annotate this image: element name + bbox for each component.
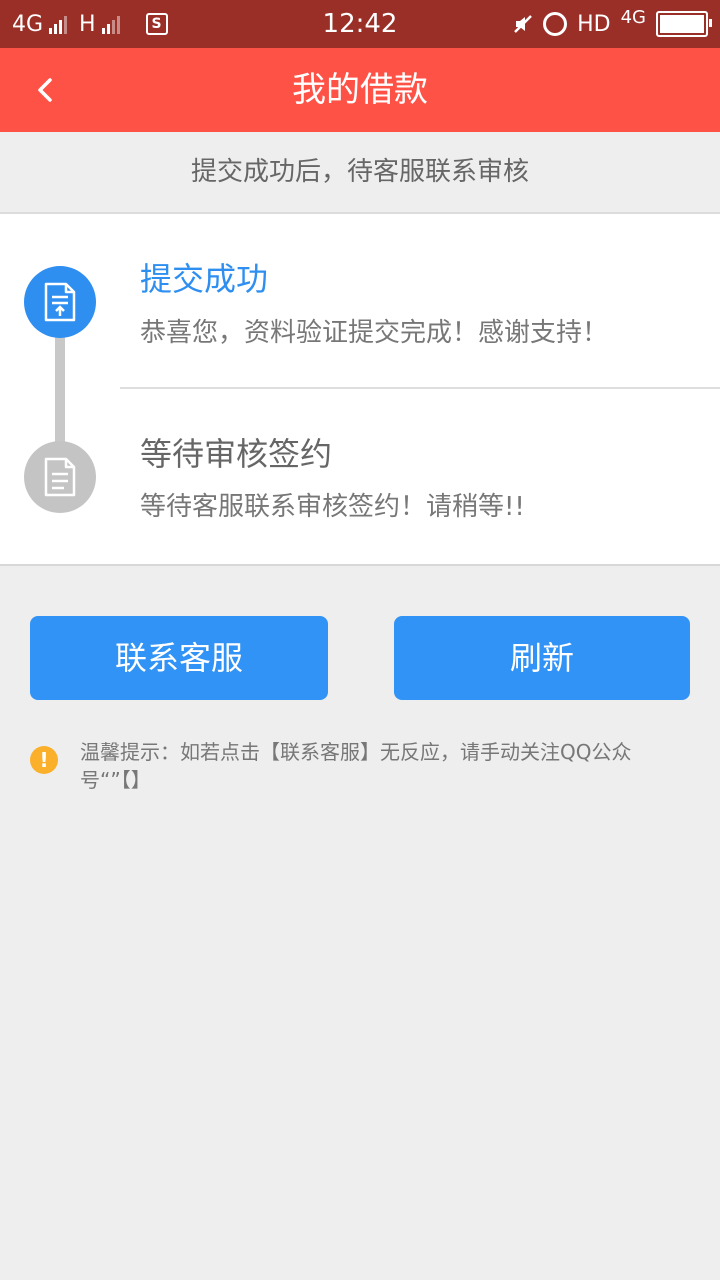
step-2-title: 等待审核签约 — [140, 435, 333, 473]
refresh-button[interactable]: 刷新 — [394, 616, 690, 700]
step-2-description: 等待客服联系审核签约！请稍等!! — [140, 492, 525, 522]
step-2-circle — [24, 441, 96, 513]
status-bar-right: HD 4G — [513, 0, 712, 48]
status-bar: 4G H S 12:42 HD 4G — [0, 0, 720, 48]
document-upload-icon — [44, 282, 76, 322]
progress-card: 提交成功 恭喜您，资料验证提交完成！感谢支持！ 等待审核签约 等待客服联系审核签… — [0, 214, 720, 566]
warning-icon: ! — [30, 746, 58, 774]
hd-label: HD — [577, 11, 611, 37]
network-type-3: 4G — [620, 6, 646, 28]
document-icon — [44, 457, 76, 497]
contact-service-button[interactable]: 联系客服 — [30, 616, 328, 700]
alarm-icon — [543, 12, 568, 36]
battery-icon — [656, 11, 712, 37]
step-1-circle — [24, 266, 96, 338]
tip-text: 温馨提示：如若点击【联系客服】无反应，请手动关注QQ公众号“”【】 — [80, 740, 632, 792]
app-header: 我的借款 — [0, 48, 720, 132]
step-1-description: 恭喜您，资料验证提交完成！感谢支持！ — [140, 318, 609, 348]
page-title: 我的借款 — [292, 70, 428, 110]
mute-icon — [514, 15, 532, 33]
step-divider — [120, 387, 720, 389]
step-1-title: 提交成功 — [140, 260, 269, 298]
notice-banner: 提交成功后，待客服联系审核 — [0, 132, 720, 214]
